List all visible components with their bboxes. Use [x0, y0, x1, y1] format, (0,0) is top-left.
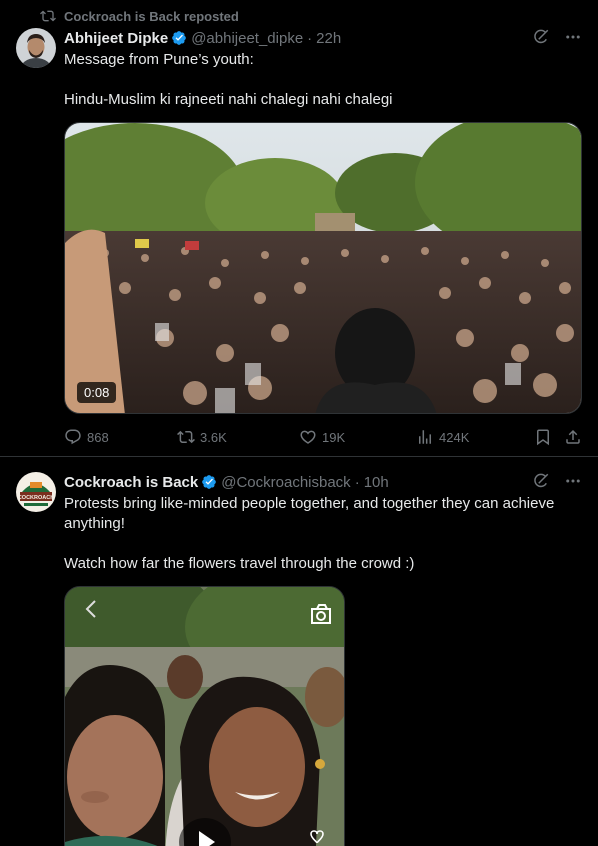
post-text: Protests bring like-minded people togeth… — [64, 494, 584, 574]
post-cockroach-is-back[interactable]: COCKROACH Cockroach is Back @Cockroachis… — [0, 458, 598, 846]
video-duration: 0:08 — [77, 382, 117, 403]
reply-button[interactable]: 868 — [64, 428, 109, 446]
grok-icon[interactable] — [532, 472, 550, 490]
post-text-line: anything! — [64, 515, 125, 532]
views-button[interactable]: 424K — [416, 428, 469, 446]
post-header: Cockroach is Back @Cockroachisback · 10h — [64, 472, 582, 492]
post-text-line: Watch how far the flowers travel through… — [64, 555, 415, 572]
grok-icon[interactable] — [532, 28, 550, 46]
author-name[interactable]: Abhijeet Dipke — [64, 30, 168, 47]
post-time[interactable]: 10h — [364, 474, 389, 491]
views-chart-icon — [419, 430, 431, 444]
repost-count: 3.6K — [200, 429, 227, 445]
more-icon[interactable] — [564, 28, 582, 46]
avatar-abhijeet[interactable] — [16, 28, 56, 68]
separator: · — [354, 473, 360, 491]
crowd-video-frame — [65, 123, 581, 413]
post-text: Message from Pune’s youth: Hindu-Muslim … — [64, 50, 584, 110]
video-player[interactable]: 0:08 — [64, 122, 582, 414]
post-header: Abhijeet Dipke @abhijeet_dipke · 22h — [64, 28, 582, 48]
like-count: 19K — [322, 429, 346, 445]
avatar-cockroach[interactable]: COCKROACH — [16, 472, 56, 512]
cockroach-logo-avatar: COCKROACH — [16, 472, 56, 512]
bookmark-button[interactable] — [534, 428, 552, 446]
avatar-image — [16, 28, 56, 68]
share-icon — [566, 429, 580, 444]
heart-icon — [300, 430, 316, 444]
verified-badge-icon — [202, 475, 217, 489]
repost-icon — [40, 10, 56, 22]
video-player[interactable] — [64, 586, 345, 846]
more-icon[interactable] — [564, 472, 582, 490]
repost-indicator: Cockroach is Back reposted — [40, 8, 239, 24]
verified-badge-icon — [172, 31, 187, 45]
like-button[interactable]: 19K — [299, 428, 345, 446]
share-button[interactable] — [564, 428, 582, 446]
separator: · — [307, 29, 313, 47]
repost-label: Cockroach is Back reposted — [64, 8, 239, 24]
repost-icon — [177, 430, 195, 444]
avatar-logo-text: COCKROACH — [18, 495, 54, 501]
repost-button[interactable]: 3.6K — [177, 428, 227, 446]
reply-icon — [65, 429, 81, 445]
post-time[interactable]: 22h — [316, 30, 341, 47]
author-name[interactable]: Cockroach is Back — [64, 474, 198, 491]
post-text-line — [64, 534, 584, 554]
action-bar: 868 3.6K 19K 424K — [64, 427, 584, 447]
selfie-video-frame — [65, 587, 344, 846]
author-handle[interactable]: @abhijeet_dipke — [191, 30, 303, 47]
post-text-line: Message from Pune’s youth: — [64, 51, 254, 68]
bookmark-icon — [537, 429, 549, 446]
author-handle[interactable]: @Cockroachisback — [221, 474, 350, 491]
post-text-line — [64, 70, 584, 90]
post-text-line: Hindu-Muslim ki rajneeti nahi chalegi na… — [64, 91, 393, 108]
post-abhijeet-dipke[interactable]: Cockroach is Back reposted Abhijeet Dipk… — [0, 0, 598, 457]
reply-count: 868 — [87, 429, 109, 445]
view-count: 424K — [439, 429, 470, 445]
post-text-line: Protests bring like-minded people togeth… — [64, 495, 555, 512]
